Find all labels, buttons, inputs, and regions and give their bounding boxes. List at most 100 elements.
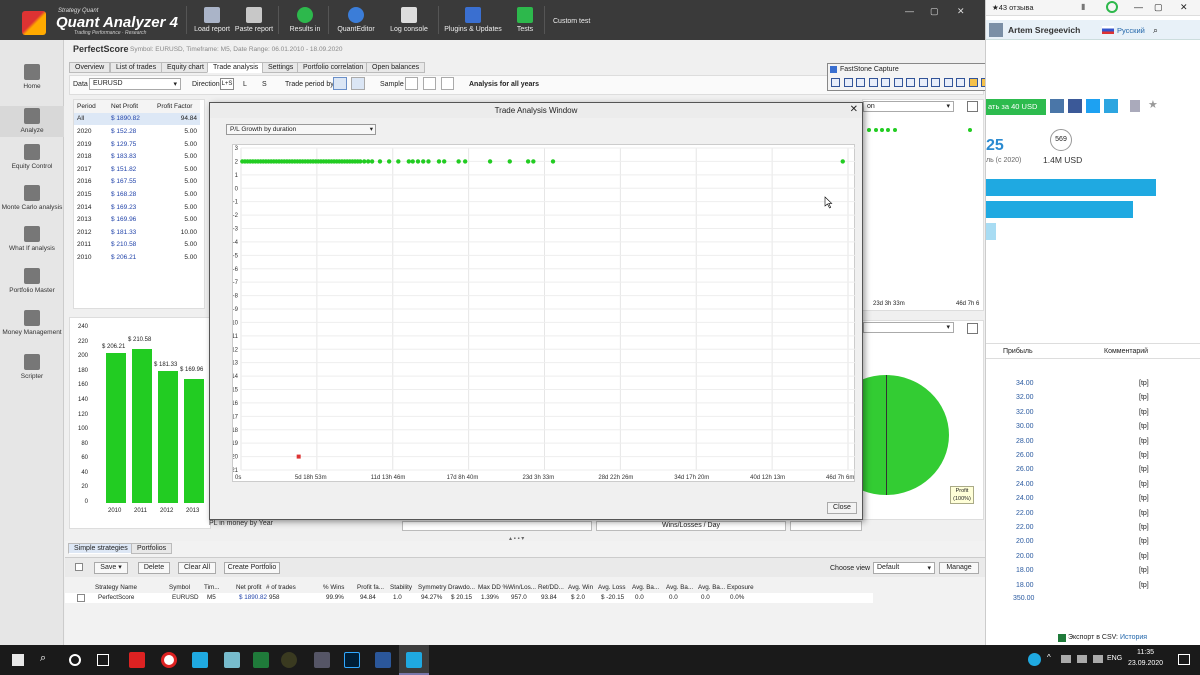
sample-oos-icon[interactable]	[423, 77, 436, 90]
column-header[interactable]: # of trades	[266, 584, 296, 591]
quant-editor-button[interactable]: QuantEditor	[334, 0, 378, 40]
excel-icon[interactable]	[253, 652, 269, 668]
table-row[interactable]: 24.00 [tp]	[986, 493, 1200, 507]
chevron-up-icon[interactable]: ^	[1047, 653, 1051, 662]
battery-icon[interactable]	[1093, 655, 1103, 663]
capture-tool-icon[interactable]	[856, 78, 865, 87]
tab-portfolio-correlation[interactable]: Portfolio correlation	[297, 62, 370, 73]
column-header[interactable]: Avg. Ba...	[632, 584, 659, 591]
help-icon[interactable]	[1028, 653, 1041, 666]
pie-select[interactable]: ▾	[863, 322, 954, 333]
sample-is-icon[interactable]	[405, 77, 418, 90]
period-close-icon[interactable]	[351, 77, 365, 90]
tab-open-balances[interactable]: Open balances	[366, 62, 426, 73]
minimize-icon[interactable]: —	[905, 6, 914, 16]
user-name[interactable]: Artem Sregeevich	[1008, 25, 1080, 35]
column-header[interactable]: Avg. Loss	[598, 584, 626, 591]
facebook-icon[interactable]	[1068, 99, 1082, 113]
capture-tool-icon[interactable]	[943, 78, 953, 87]
tab-settings[interactable]: Settings	[262, 62, 300, 73]
column-header[interactable]: Ret/DD...	[538, 584, 564, 591]
table-row[interactable]: 2013 $ 169.96 5.00	[74, 213, 200, 226]
column-header[interactable]: Drawdo...	[448, 584, 475, 591]
tests-button[interactable]: Tests	[510, 0, 540, 40]
results-in-button[interactable]: Results in	[285, 0, 325, 40]
direction-l-toggle[interactable]: L	[243, 81, 247, 88]
table-row[interactable]: 20.00 [tp]	[986, 551, 1200, 565]
capture-tool-icon[interactable]	[956, 78, 965, 87]
word-icon[interactable]	[375, 652, 391, 668]
search-icon[interactable]: ⌕	[1153, 25, 1158, 36]
volume-icon[interactable]	[1077, 655, 1087, 663]
table-row[interactable]: 34.00 [tp]	[986, 378, 1200, 392]
vk-icon[interactable]	[1050, 99, 1064, 113]
table-row[interactable]: 2015 $ 168.28 5.00	[74, 188, 200, 201]
tab-list-of-trades[interactable]: List of trades	[110, 62, 163, 73]
clock-date[interactable]: 23.09.2020	[1128, 660, 1163, 667]
tab-trade-analysis[interactable]: Trade analysis	[207, 62, 265, 73]
column-header[interactable]: % Wins	[323, 584, 344, 591]
app-icon[interactable]	[224, 652, 240, 668]
column-header[interactable]: Tim...	[204, 584, 220, 591]
capture-tool-icon[interactable]	[918, 78, 928, 87]
close-icon[interactable]: ✕	[1180, 2, 1188, 13]
table-row[interactable]: 30.00 [tp]	[986, 421, 1200, 435]
search-icon[interactable]: ⌕	[40, 652, 46, 665]
clock-time[interactable]: 11:35	[1137, 649, 1154, 656]
network-icon[interactable]	[1061, 655, 1071, 663]
capture-tool-icon[interactable]	[893, 78, 903, 87]
table-row[interactable]: 2018 $ 183.83 5.00	[74, 150, 200, 163]
data-select[interactable]: EURUSD ▾	[89, 78, 181, 90]
app-icon[interactable]	[314, 652, 330, 668]
photoshop-icon[interactable]	[344, 652, 360, 668]
minimize-icon[interactable]: —	[1134, 2, 1143, 12]
table-row[interactable]: 2019 $ 129.75 5.00	[74, 138, 200, 151]
row-checkbox[interactable]	[77, 594, 85, 602]
notifications-icon[interactable]	[1178, 654, 1190, 665]
telegram-icon[interactable]	[1104, 99, 1118, 113]
column-header[interactable]: Win/Los...	[508, 584, 536, 591]
export-history-link[interactable]: История	[1120, 634, 1147, 641]
table-row[interactable]: 2010 $ 206.21 5.00	[74, 251, 200, 264]
print-icon[interactable]	[1130, 100, 1140, 112]
plugins-button[interactable]: Plugins & Updates	[444, 0, 502, 40]
table-row[interactable]: All $ 1890.82 94.84	[74, 112, 200, 126]
table-row[interactable]: 18.00 [tp]	[986, 580, 1200, 594]
column-header[interactable]: Max DD %	[478, 584, 508, 591]
sidebar-item-equity-control[interactable]: Equity Control	[0, 144, 64, 171]
maximize-panel-icon[interactable]	[967, 323, 978, 334]
sample-all-icon[interactable]	[441, 77, 454, 90]
tab-simple-strategies[interactable]: Simple strategies	[68, 543, 134, 554]
capture-tool-icon[interactable]	[831, 78, 840, 87]
capture-tool-icon[interactable]	[843, 78, 853, 87]
capture-tool-icon[interactable]	[968, 78, 978, 87]
choose-view-select[interactable]: Default ▾	[873, 562, 935, 574]
log-console-button[interactable]: Log console	[386, 0, 432, 40]
table-row[interactable]: 20.00 [tp]	[986, 536, 1200, 550]
select-all-checkbox[interactable]	[75, 563, 83, 571]
buy-button[interactable]: ать за 40 USD	[986, 99, 1046, 115]
tab-equity-chart[interactable]: Equity chart	[161, 62, 210, 73]
paste-report-button[interactable]: Paste report	[234, 0, 274, 40]
column-header[interactable]: Stability	[390, 584, 412, 591]
table-row[interactable]: 2012 $ 181.33 10.00	[74, 226, 200, 239]
close-icon[interactable]: ✕	[957, 6, 965, 17]
table-row[interactable]: 18.00 [tp]	[986, 565, 1200, 579]
sidebar-item-portfolio-master[interactable]: Portfolio Master	[0, 268, 64, 295]
tab-portfolios[interactable]: Portfolios	[131, 543, 173, 554]
star-icon[interactable]: ★	[1148, 98, 1158, 111]
table-row[interactable]: 28.00 [tp]	[986, 436, 1200, 450]
windows-start-icon[interactable]	[12, 654, 24, 666]
create-portfolio-button[interactable]: Create Portfolio	[224, 562, 280, 574]
maximize-panel-icon[interactable]	[967, 101, 978, 112]
maximize-icon[interactable]: ▢	[1154, 2, 1163, 13]
column-header[interactable]: Avg. Ba...	[666, 584, 693, 591]
load-report-button[interactable]: Load report	[192, 0, 232, 40]
duration-select[interactable]: on ▾	[863, 101, 954, 112]
table-row[interactable]: 26.00 [tp]	[986, 464, 1200, 478]
close-icon[interactable]: ✕	[850, 104, 858, 115]
table-row[interactable]: 2011 $ 210.58 5.00	[74, 239, 200, 252]
column-header[interactable]: Exposure	[727, 584, 754, 591]
direction-ls-toggle[interactable]: L+S	[220, 78, 234, 90]
sidebar-item-what-if[interactable]: What If analysis	[0, 226, 64, 253]
